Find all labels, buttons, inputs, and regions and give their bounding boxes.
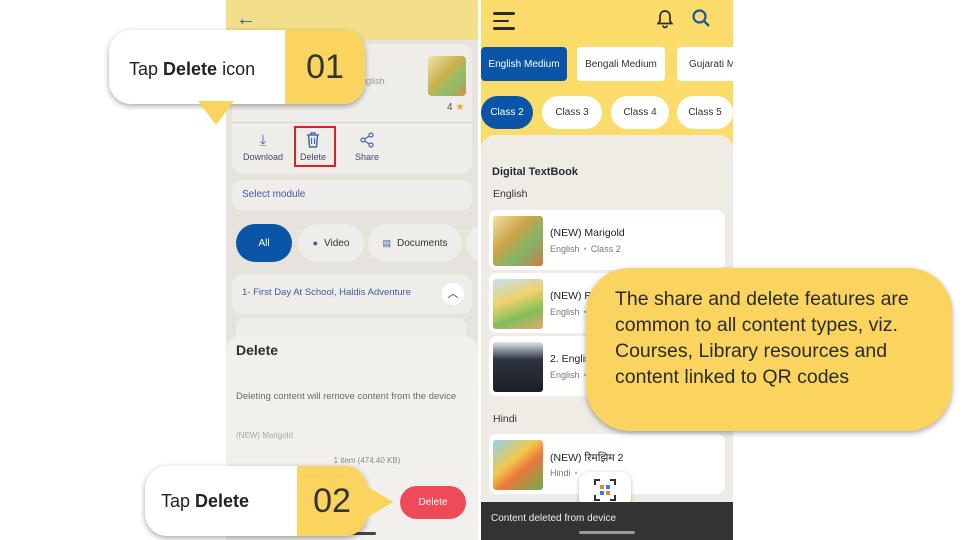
sheet-title: Delete [236, 342, 279, 358]
book-meta: English • Class 2 [550, 244, 621, 254]
share-label: Share [354, 152, 380, 162]
share-button[interactable]: Share [342, 132, 392, 162]
book-meta: Hindi • [550, 468, 578, 478]
select-module-dropdown[interactable]: Select module [232, 180, 472, 210]
back-arrow-icon[interactable]: ← [236, 8, 256, 31]
section-title: Digital TextBook [492, 166, 578, 178]
divider [232, 122, 472, 123]
step-1-text: Tap Delete icon [129, 59, 256, 79]
sheet-message: Deleting content will remove content fro… [236, 391, 457, 402]
language-heading-hindi: Hindi [493, 413, 517, 425]
class-5-chip[interactable]: Class 5 [677, 96, 733, 129]
step-2-pointer [365, 485, 393, 519]
filter-all[interactable]: All [236, 224, 292, 262]
tutorial-slide: ← 2 • English 4 ★ ⤓ Download Delete Sh [0, 0, 960, 540]
filter-video-label: Video [324, 237, 350, 249]
toast-message: Content deleted from device [481, 502, 733, 540]
class-3-chip[interactable]: Class 3 [542, 96, 602, 129]
share-icon [342, 132, 392, 150]
qr-scan-icon [594, 479, 616, 501]
lesson-accordion[interactable]: 1- First Day At School, Haldis Adventure… [232, 274, 472, 314]
star-icon: ★ [455, 102, 465, 113]
book-thumbnail [428, 56, 466, 96]
download-button[interactable]: ⤓ Download [238, 132, 288, 162]
download-icon: ⤓ [259, 132, 267, 149]
step-2-callout: Tap Delete 02 [145, 466, 367, 536]
home-indicator [579, 531, 635, 534]
class-4-chip[interactable]: Class 4 [611, 96, 669, 129]
filter-documents[interactable]: ▤ Documents [368, 224, 462, 262]
library-header: English Medium Bengali Medium Gujarati M… [481, 0, 733, 148]
book-meta: English• [550, 370, 587, 380]
search-icon[interactable] [691, 8, 711, 33]
delete-highlight-box [294, 126, 336, 167]
step-1-number: 01 [285, 30, 365, 104]
filter-video[interactable]: ● Video [298, 224, 364, 262]
medium-english[interactable]: English Medium [481, 47, 567, 81]
book-title: 2. Englis [550, 353, 591, 365]
menu-icon[interactable] [493, 12, 515, 35]
step-1-callout: Tap Delete icon 01 [109, 30, 365, 104]
step-2-number: 02 [297, 466, 367, 536]
content-name: (NEW) Marigold [236, 431, 293, 440]
info-bubble: The share and delete features are common… [586, 268, 952, 431]
rating: 4 ★ [447, 102, 465, 113]
content-area-top [481, 135, 733, 155]
medium-gujarati[interactable]: Gujarati M [677, 47, 733, 81]
medium-bengali[interactable]: Bengali Medium [577, 47, 665, 81]
bell-icon[interactable] [655, 9, 675, 34]
delete-confirm-button[interactable]: Delete [400, 486, 466, 519]
filter-documents-label: Documents [396, 237, 448, 249]
book-cover [493, 342, 543, 392]
book-card[interactable]: (NEW) Marigold English • Class 2 [489, 210, 725, 270]
chevron-up-icon[interactable]: ︿ [442, 283, 464, 305]
book-title: (NEW) रिमझिम 2 [550, 452, 624, 464]
class-2-chip[interactable]: Class 2 [481, 96, 533, 129]
document-icon: ▤ [382, 237, 391, 248]
book-cover [493, 440, 543, 490]
book-cover [493, 279, 543, 329]
download-label: Download [242, 152, 284, 162]
language-heading-english: English [493, 188, 528, 200]
content-size: 1 item (474.40 KB) [333, 456, 401, 465]
book-cover [493, 216, 543, 266]
lesson-title: 1- First Day At School, Haldis Adventure [242, 287, 411, 298]
filter-more[interactable] [466, 224, 478, 262]
book-title: (NEW) Marigold [550, 227, 625, 239]
book-meta: English• [550, 307, 587, 317]
step-2-text: Tap Delete [161, 491, 250, 511]
play-circle-icon: ● [312, 238, 319, 248]
step-1-pointer [198, 101, 234, 125]
